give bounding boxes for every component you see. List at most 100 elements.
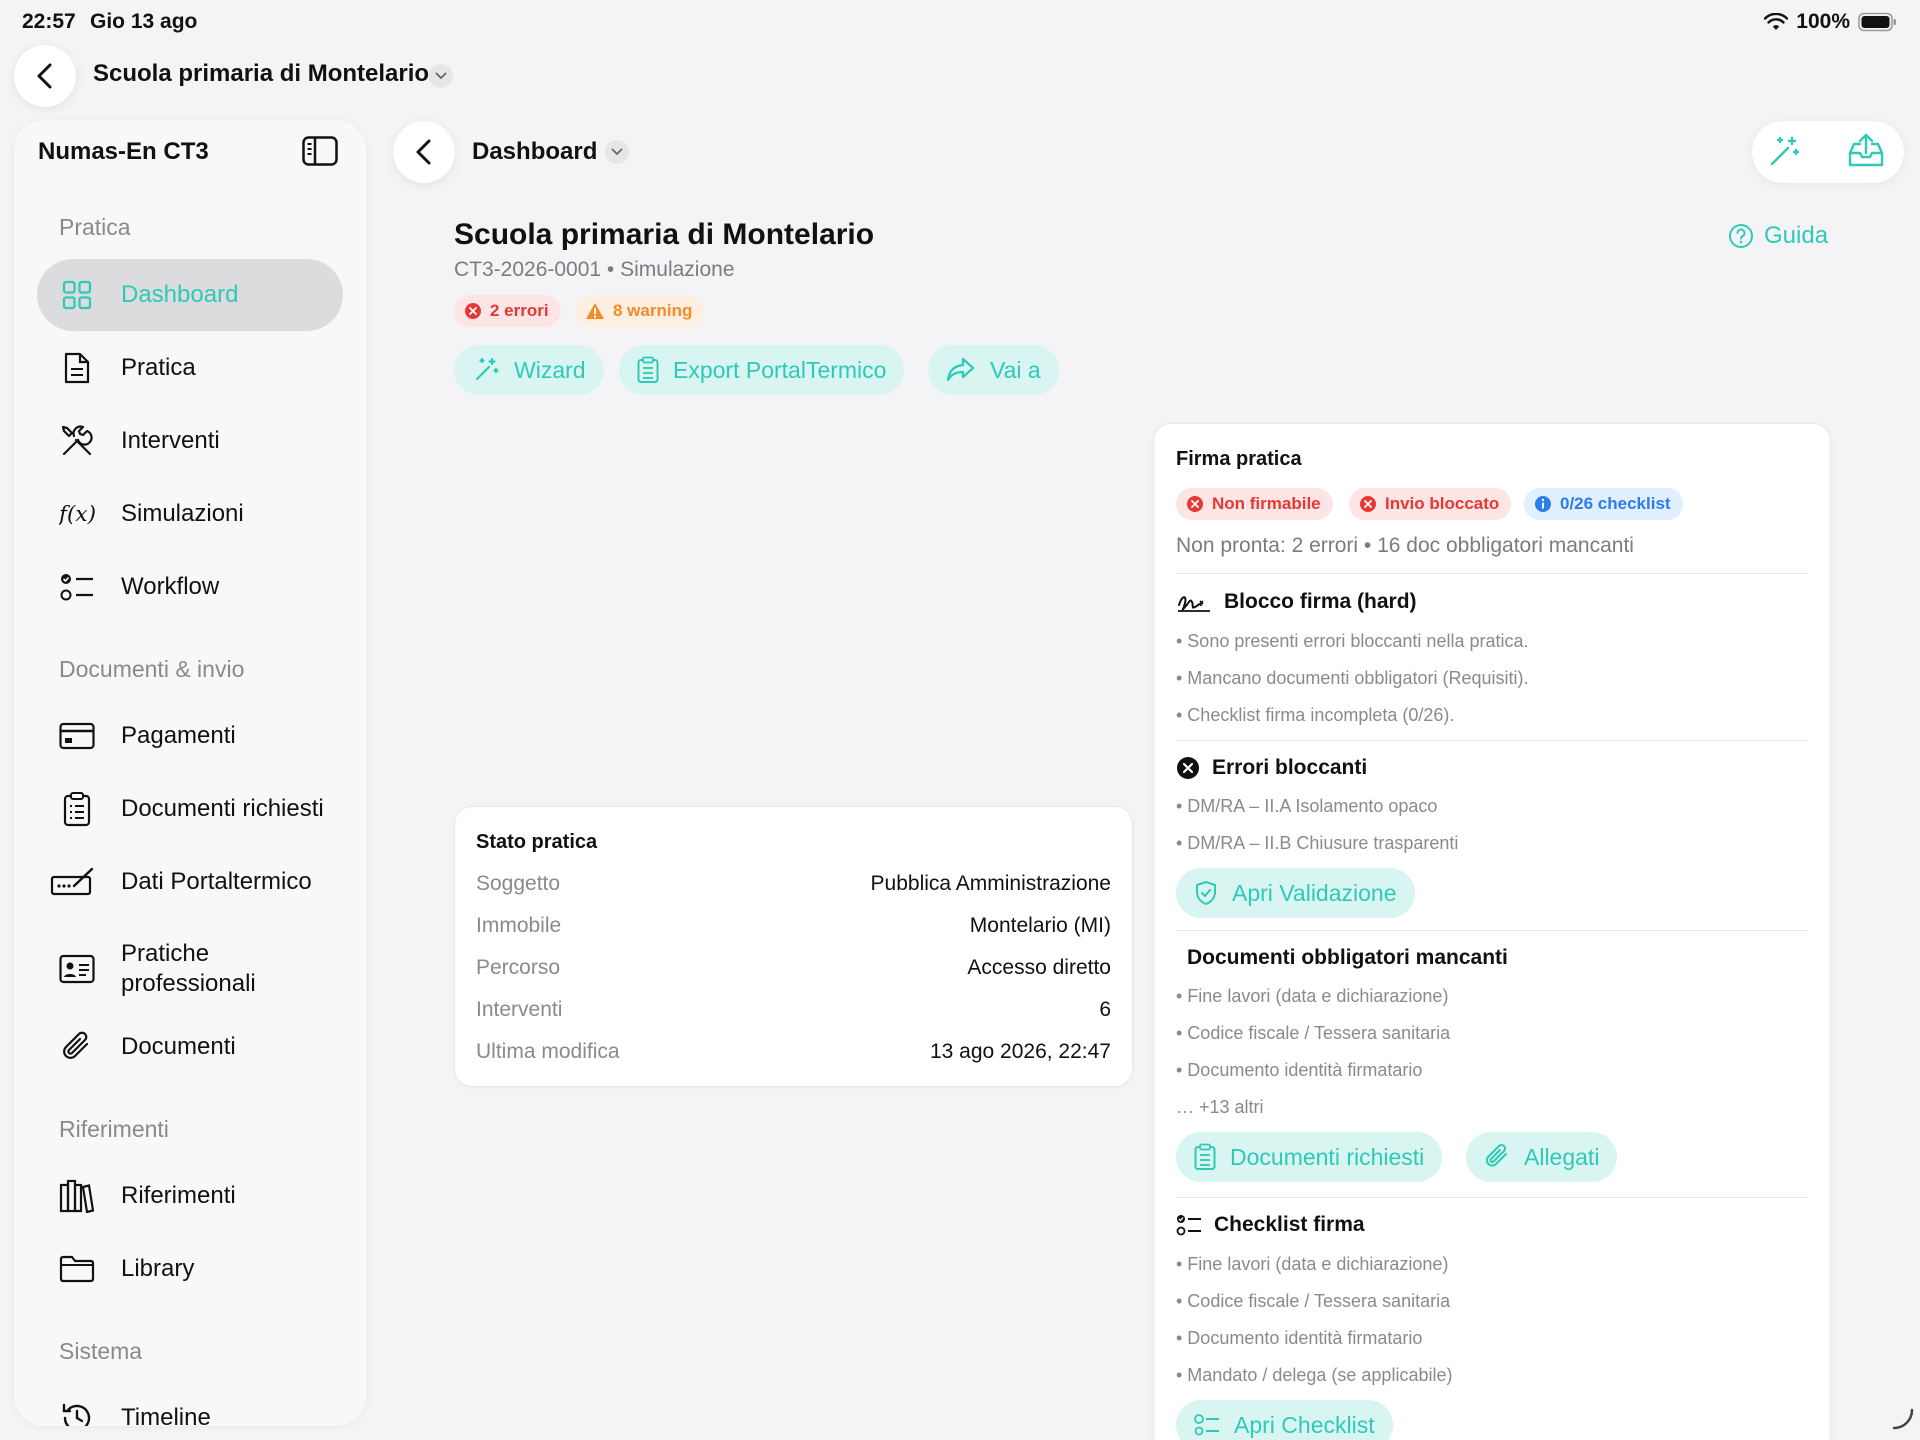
warning-triangle-icon [585, 302, 605, 320]
sidebar-item-documenti-richiesti[interactable]: Documenti richiesti [37, 773, 343, 845]
clipboard-icon [637, 356, 659, 384]
sidebar-item-label-line2: professionali [121, 970, 256, 997]
sidebar-item-simulazioni[interactable]: ƒ(x) Simulazioni [37, 478, 343, 550]
sidebar-item-label: Riferimenti [121, 1182, 236, 1209]
chevron-down-icon [611, 148, 623, 156]
guide-label: Guida [1764, 222, 1829, 249]
breadcrumb[interactable]: Dashboard [472, 138, 597, 166]
sidebar-toggle-icon[interactable] [302, 136, 338, 166]
status-time: 22:57 [22, 10, 76, 33]
tools-icon [59, 423, 95, 459]
info-circle-icon [1534, 495, 1552, 513]
sidebar-item-dashboard[interactable]: Dashboard [37, 259, 343, 331]
allegati-button[interactable]: Allegati [1466, 1132, 1618, 1182]
kv-value: Montelario (MI) [969, 914, 1111, 937]
more-items-text: … +13 altri [1176, 1097, 1264, 1117]
document-icon [59, 350, 95, 386]
sidebar-item-label: Pagamenti [121, 722, 236, 749]
divider [1176, 573, 1808, 574]
section-label-documenti-invio: Documenti & invio [59, 656, 245, 682]
title-menu-button[interactable] [429, 64, 453, 88]
section-title: Documenti obbligatori mancanti [1187, 946, 1508, 969]
section-title: Blocco firma (hard) [1224, 590, 1417, 613]
bullet-item: • DM/RA – II.A Isolamento opaco [1176, 796, 1438, 816]
svg-text:ƒ(x): ƒ(x) [59, 502, 95, 527]
kv-key: Interventi [476, 998, 563, 1021]
bullet-item: • Codice fiscale / Tessera sanitaria [1176, 1023, 1451, 1043]
breadcrumb-menu-button[interactable] [605, 140, 629, 164]
section-label-riferimenti: Riferimenti [59, 1116, 169, 1142]
sidebar-item-pratiche-professionali[interactable]: Pratiche professionali [37, 926, 343, 1012]
vai-a-button[interactable]: Vai a [928, 345, 1059, 395]
sidebar: Numas-En CT3 Pratica Dashboard Pratica I… [14, 120, 366, 1426]
status-bar: 22:57 Gio 13 ago 100% [0, 0, 1920, 44]
battery-icon [1858, 12, 1898, 32]
resize-handle-icon[interactable] [1892, 1408, 1914, 1430]
chevron-left-icon [413, 138, 435, 166]
sidebar-item-label: Timeline [121, 1404, 211, 1426]
magic-wand-button[interactable] [1766, 134, 1802, 170]
sidebar-title: Numas-En CT3 [38, 138, 209, 165]
kv-value: 13 ago 2026, 22:47 [929, 1040, 1111, 1063]
error-circle-icon [1359, 495, 1377, 513]
wifi-icon [1764, 13, 1789, 31]
sidebar-item-documenti[interactable]: Documenti [37, 1011, 343, 1083]
guide-link[interactable]: Guida [1728, 222, 1828, 250]
badge-label: 0/26 checklist [1560, 494, 1671, 513]
kv-value: Accesso diretto [967, 956, 1111, 979]
sidebar-item-riferimenti[interactable]: Riferimenti [37, 1160, 343, 1232]
paperclip-icon [59, 1029, 95, 1065]
signature-icon [1176, 589, 1212, 615]
shield-check-icon [1194, 880, 1218, 906]
sidebar-item-label: Dati Portaltermico [121, 868, 312, 895]
sidebar-item-label: Interventi [121, 427, 220, 454]
sidebar-item-interventi[interactable]: Interventi [37, 405, 343, 477]
top-title[interactable]: Scuola primaria di Montelario [93, 60, 429, 88]
back-button[interactable] [14, 45, 76, 107]
help-circle-icon [1728, 223, 1754, 249]
battery-percent: 100% [1796, 10, 1850, 33]
divider [1176, 930, 1808, 931]
button-label: Apri Validazione [1232, 879, 1397, 906]
apri-validazione-button[interactable]: Apri Validazione [1176, 868, 1415, 918]
sidebar-item-pratica[interactable]: Pratica [37, 332, 343, 404]
sidebar-item-pagamenti[interactable]: Pagamenti [37, 700, 343, 772]
paperclip-icon [1484, 1143, 1510, 1171]
checklist-icon [59, 569, 95, 605]
documenti-richiesti-button[interactable]: Documenti richiesti [1176, 1132, 1443, 1182]
errors-badge-label: 2 errori [490, 301, 549, 320]
section-label-sistema: Sistema [59, 1338, 143, 1364]
breadcrumb-back-button[interactable] [393, 121, 455, 183]
sidebar-item-dati-portaltermico[interactable]: Dati Portaltermico [37, 846, 343, 918]
chevron-down-icon [435, 72, 447, 80]
share-inbox-button[interactable] [1846, 131, 1886, 171]
sidebar-item-label: Workflow [121, 573, 220, 600]
wizard-button[interactable]: Wizard [454, 345, 604, 395]
checklist-icon [1194, 1413, 1220, 1437]
sidebar-item-label: Simulazioni [121, 500, 244, 527]
error-circle-icon [1176, 756, 1200, 780]
export-portaltermico-button[interactable]: Export PortalTermico [619, 345, 905, 395]
chevron-left-icon [34, 62, 56, 90]
bullet-item: • DM/RA – II.B Chiusure trasparenti [1176, 833, 1459, 853]
sidebar-item-library[interactable]: Library [37, 1233, 343, 1305]
status-date: Gio 13 ago [90, 10, 198, 33]
kv-key: Immobile [476, 914, 562, 937]
sidebar-item-workflow[interactable]: Workflow [37, 551, 343, 623]
warnings-badge: 8 warning [575, 295, 705, 327]
kv-key: Soggetto [476, 872, 561, 895]
apri-checklist-button[interactable]: Apri Checklist [1176, 1400, 1393, 1440]
sidebar-item-timeline[interactable]: Timeline [37, 1382, 343, 1426]
page-title: Scuola primaria di Montelario [454, 218, 875, 251]
card-title: Firma pratica [1176, 448, 1302, 470]
kv-row: Soggetto Pubblica Amministrazione [476, 872, 1111, 902]
invio-bloccato-badge: Invio bloccato [1349, 488, 1512, 520]
kv-value: 6 [1099, 998, 1111, 1021]
non-firmabile-badge: Non firmabile [1176, 488, 1333, 520]
sidebar-item-label: Pratiche professionali [121, 939, 256, 999]
divider [1176, 1197, 1808, 1198]
sidebar-item-label: Documenti richiesti [121, 795, 324, 822]
bullet-item: • Fine lavori (data e dichiarazione) [1176, 986, 1449, 1006]
kv-key: Percorso [476, 956, 561, 979]
sidebar-item-label: Dashboard [121, 281, 239, 308]
